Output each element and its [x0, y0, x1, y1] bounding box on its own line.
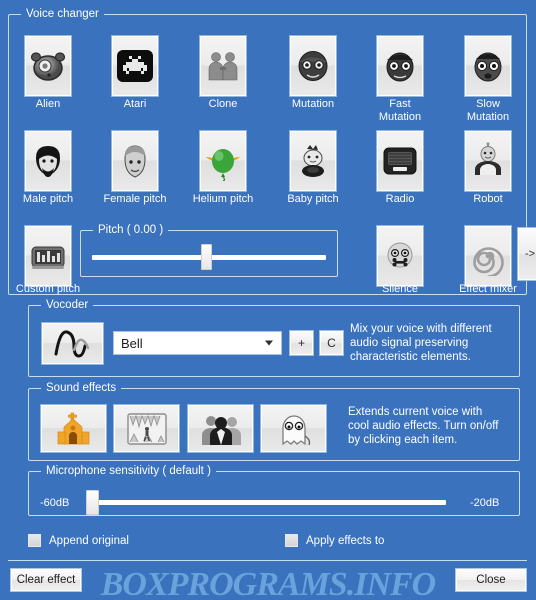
close-label: Close	[476, 574, 506, 586]
voice-tile-label-slow-mutation: Slow Mutation	[466, 98, 510, 123]
male-face-icon	[36, 146, 60, 177]
voice-tile-male-pitch[interactable]	[24, 130, 72, 192]
voice-tile-helium-pitch[interactable]	[199, 130, 247, 192]
pitch-slider-thumb[interactable]	[201, 244, 212, 270]
vocoder-preset-select[interactable]: Bell	[113, 331, 282, 355]
voice-changer-legend: Voice changer	[21, 8, 104, 21]
voice-tile-label-helium-pitch: Helium pitch	[192, 193, 254, 205]
voice-tile-label-silence: Silence	[381, 283, 419, 295]
voice-tile-custom-pitch[interactable]	[24, 225, 72, 287]
sound-effects-description: Extends current voice with cool audio ef…	[348, 406, 499, 446]
apply-effects-to-label: Apply effects to	[306, 534, 385, 547]
clone-twins-icon	[208, 52, 238, 81]
voice-tile-silence[interactable]	[376, 225, 424, 287]
append-original-checkbox-row[interactable]: Append original	[28, 534, 129, 547]
voice-tile-label-baby-pitch: Baby pitch	[287, 193, 339, 205]
close-button[interactable]: Close	[455, 568, 527, 592]
microphone-sensitivity-group: Microphone sensitivity ( default )	[28, 465, 520, 516]
voice-tile-label-custom-pitch: Custom pitch	[15, 283, 81, 295]
radio-icon	[383, 147, 417, 175]
waveform-icon	[54, 329, 89, 358]
spiral-icon	[473, 247, 504, 276]
voice-tile-label-mutation: Mutation	[291, 98, 335, 110]
ghost-icon	[281, 414, 310, 445]
robot-icon	[475, 142, 501, 175]
equalizer-icon	[31, 246, 65, 269]
pitch-legend: Pitch ( 0.00 )	[93, 224, 169, 237]
vocoder-toggle-button[interactable]	[41, 322, 104, 365]
slow-mutation-face-icon	[474, 52, 502, 82]
voice-tile-clone[interactable]	[199, 35, 247, 97]
append-original-label: Append original	[49, 534, 129, 547]
apply-effects-to-checkbox-row[interactable]: Apply effects to	[285, 534, 384, 547]
next-page-arrow-icon: ->	[524, 248, 536, 260]
voice-tile-fast-mutation[interactable]	[376, 35, 424, 97]
clear-icon: C	[327, 336, 336, 350]
sound-effect-crowd[interactable]	[187, 404, 254, 453]
footer-divider	[8, 560, 527, 561]
voice-tile-radio[interactable]	[376, 130, 424, 192]
voice-tile-label-male-pitch: Male pitch	[22, 193, 74, 205]
voice-tile-label-effect-mixer: Effect mixer	[459, 283, 517, 295]
voice-tile-label-clone: Clone	[208, 98, 238, 110]
chevron-down-icon	[265, 340, 273, 346]
voice-tile-label-radio: Radio	[385, 193, 415, 205]
sound-effect-ghost[interactable]	[260, 404, 327, 453]
church-icon	[57, 412, 89, 444]
crowd-icon	[201, 415, 241, 445]
atari-invader-icon	[117, 50, 153, 82]
vocoder-legend: Vocoder	[41, 299, 94, 312]
mic-slider-thumb[interactable]	[86, 490, 99, 515]
voice-tile-label-robot: Robot	[473, 193, 503, 205]
cave-icon	[126, 412, 167, 445]
sound-effects-legend: Sound effects	[41, 382, 122, 395]
mutation-face-icon	[298, 51, 328, 81]
mic-min-label: -60dB	[40, 497, 70, 509]
voice-tile-mutation[interactable]	[289, 35, 337, 97]
helium-balloon-icon	[206, 149, 240, 181]
voice-tile-label-atari: Atari	[123, 98, 147, 110]
voice-tile-label-alien: Alien	[35, 98, 61, 110]
mic-slider-track[interactable]	[94, 500, 446, 505]
voice-tile-female-pitch[interactable]	[111, 130, 159, 192]
voice-tile-alien[interactable]	[24, 35, 72, 97]
alien-icon	[30, 52, 66, 81]
voice-tile-label-fast-mutation: Fast Mutation	[378, 98, 422, 123]
plus-icon: +	[297, 336, 305, 350]
apply-effects-to-checkbox[interactable]	[285, 534, 298, 547]
append-original-checkbox[interactable]	[28, 534, 41, 547]
voice-tile-label-female-pitch: Female pitch	[103, 193, 167, 205]
baby-icon	[302, 145, 324, 177]
voice-tile-baby-pitch[interactable]	[289, 130, 337, 192]
microphone-sensitivity-legend: Microphone sensitivity ( default )	[41, 465, 216, 478]
vocoder-description: Mix your voice with different audio sign…	[350, 323, 492, 363]
voice-tile-effect-mixer[interactable]	[464, 225, 512, 287]
mic-max-label: -20dB	[470, 497, 500, 509]
female-face-icon	[124, 145, 146, 178]
fast-mutation-face-icon	[386, 52, 414, 82]
voice-tile-robot[interactable]	[464, 130, 512, 192]
sound-effect-cave[interactable]	[113, 404, 180, 453]
silence-skull-icon	[387, 242, 413, 268]
voice-tile-atari[interactable]	[111, 35, 159, 97]
vocoder-add-button[interactable]: +	[289, 330, 314, 356]
sound-effect-church[interactable]	[40, 404, 107, 453]
vocoder-preset-value: Bell	[121, 335, 143, 351]
vocoder-clear-button[interactable]: C	[319, 330, 344, 356]
voice-tile-slow-mutation[interactable]	[464, 35, 512, 97]
next-page-button[interactable]: ->	[517, 227, 536, 281]
